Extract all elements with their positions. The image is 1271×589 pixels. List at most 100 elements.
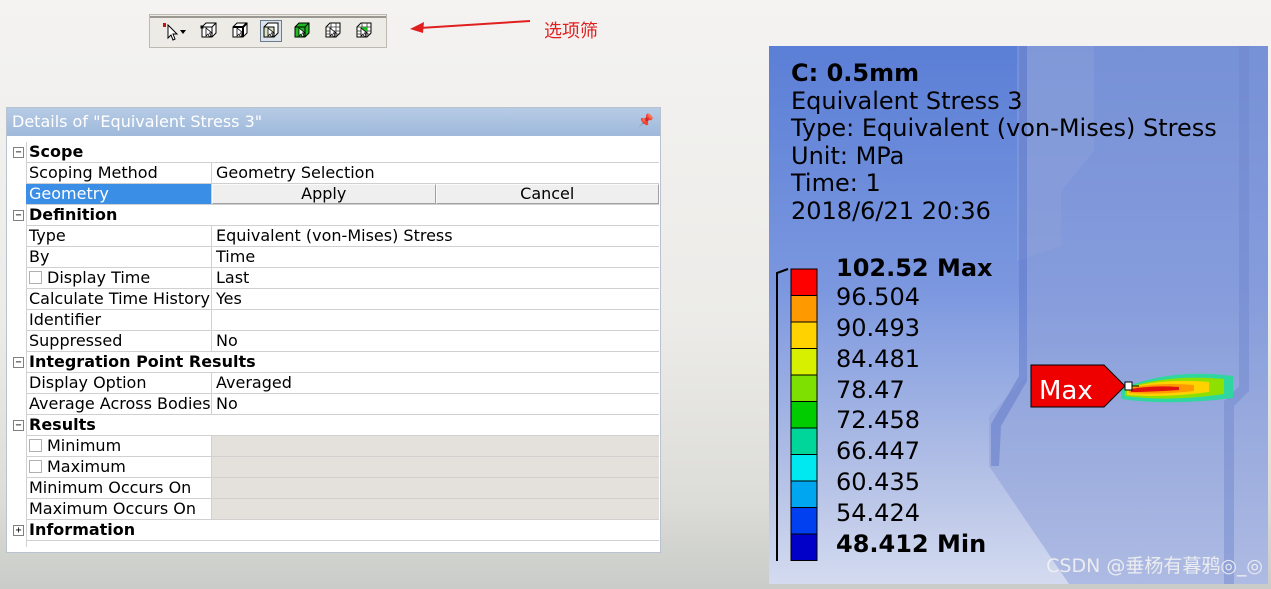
identifier-label: Identifier [26,310,212,331]
row-display-time[interactable]: Display Time Last [11,268,659,289]
maximum-occurs-on-value [212,499,659,520]
details-panel-title: Details of "Equivalent Stress 3" 📌 [7,108,660,136]
legend-swatch [790,507,818,535]
watermark: CSDN @垂杨有暮鸦◎_◎ [1046,555,1263,577]
select-node-icon[interactable] [322,20,344,42]
result-unit: Unit: MPa [791,141,905,170]
collapse-icon[interactable]: − [13,210,24,221]
calc-time-history-value[interactable]: Yes [212,289,659,310]
details-panel: Details of "Equivalent Stress 3" 📌 − Sco… [6,107,661,553]
row-calc-time-history[interactable]: Calculate Time History Yes [11,289,659,310]
by-value[interactable]: Time [212,247,659,268]
legend-swatch [790,295,818,323]
row-display-option[interactable]: Display Option Averaged [11,373,659,394]
row-scoping-method[interactable]: Scoping Method Geometry Selection [11,163,659,184]
result-time: Time: 1 [791,169,881,197]
legend-value: 96.504 [836,283,920,311]
select-edge-icon[interactable] [229,20,251,42]
result-type: Type: Equivalent (von-Mises) Stress [791,114,1217,142]
average-across-bodies-label: Average Across Bodies [26,394,212,415]
legend-value: 66.447 [836,437,920,465]
section-integration-label: Integration Point Results [26,352,659,373]
geometry-label[interactable]: Geometry [26,184,212,205]
row-type[interactable]: Type Equivalent (von-Mises) Stress [11,226,659,247]
row-identifier[interactable]: Identifier [11,310,659,331]
details-title-text: Details of "Equivalent Stress 3" [12,112,263,131]
section-information[interactable]: + Information [11,520,659,541]
display-time-checkbox[interactable] [29,271,42,284]
section-definition[interactable]: − Definition [11,205,659,226]
minimum-checkbox[interactable] [29,439,42,452]
section-results[interactable]: − Results [11,415,659,436]
legend-swatch [790,268,818,296]
legend-value: 54.424 [836,499,920,527]
display-time-label: Display Time [47,268,151,287]
cancel-button[interactable]: Cancel [435,184,659,204]
legend-value: 90.493 [836,314,920,342]
legend-swatch [790,533,818,561]
collapse-icon[interactable]: − [13,420,24,431]
row-geometry[interactable]: Geometry Apply Cancel [11,184,659,205]
expand-icon[interactable]: + [13,525,24,536]
scoping-method-label: Scoping Method [26,163,212,184]
identifier-value[interactable] [212,310,659,331]
selection-filter-toolbar [149,14,387,48]
legend-swatch [790,348,818,376]
row-maximum-occurs-on[interactable]: Maximum Occurs On [11,499,659,520]
row-minimum[interactable]: Minimum [11,436,659,457]
legend-max-label: 102.52 Max [836,254,993,282]
legend-swatch [790,321,818,349]
legend-value: 60.435 [836,468,920,496]
suppressed-value[interactable]: No [212,331,659,352]
section-scope[interactable]: − Scope [11,142,659,163]
legend-swatch [790,454,818,482]
legend-value: 72.458 [836,406,920,434]
collapse-icon[interactable]: − [13,147,24,158]
pointer-mode-dropdown[interactable] [158,20,192,42]
legend-swatch-min [790,560,818,561]
row-maximum[interactable]: Maximum [11,457,659,478]
row-average-across-bodies[interactable]: Average Across Bodies No [11,394,659,415]
row-minimum-occurs-on[interactable]: Minimum Occurs On [11,478,659,499]
section-definition-label: Definition [26,205,659,226]
row-by[interactable]: By Time [11,247,659,268]
legend-swatch [790,401,818,429]
max-probe-label: Max [1039,376,1093,406]
legend-swatch [790,480,818,508]
by-label: By [26,247,212,268]
details-grid: − Scope Scoping Method Geometry Selectio… [11,142,659,541]
minimum-value [212,436,659,457]
maximum-value [212,457,659,478]
calc-time-history-label: Calculate Time History [26,289,212,310]
minimum-occurs-on-value [212,478,659,499]
section-integration-point-results[interactable]: − Integration Point Results [11,352,659,373]
annotation-label: 选项筛 [544,21,598,42]
select-face-icon[interactable] [260,20,282,42]
type-value[interactable]: Equivalent (von-Mises) Stress [212,226,659,247]
minimum-label: Minimum [47,436,122,455]
result-title: Equivalent Stress 3 [791,86,1023,115]
pin-icon[interactable]: 📌 [638,108,654,136]
legend-value: 78.47 [836,376,905,404]
row-suppressed[interactable]: Suppressed No [11,331,659,352]
type-label: Type [26,226,212,247]
average-across-bodies-value[interactable]: No [212,394,659,415]
select-vertex-icon[interactable] [198,20,220,42]
display-option-label: Display Option [26,373,212,394]
select-body-icon[interactable] [291,20,313,42]
display-time-value[interactable]: Last [212,268,659,289]
legend-swatch [790,374,818,402]
maximum-occurs-on-label: Maximum Occurs On [26,499,212,520]
section-information-label: Information [26,520,659,541]
minimum-occurs-on-label: Minimum Occurs On [26,478,212,499]
maximum-checkbox[interactable] [29,460,42,473]
result-name: C: 0.5mm [791,59,920,87]
scoping-method-value[interactable]: Geometry Selection [212,163,659,184]
display-option-value[interactable]: Averaged [212,373,659,394]
apply-button[interactable]: Apply [212,184,436,204]
section-scope-label: Scope [26,142,659,163]
result-info: C: 0.5mm Equivalent Stress 3 Type: Equiv… [791,59,1217,225]
result-viewport[interactable]: Max C: 0.5mm Equivalent Stress 3 Type: E… [769,46,1268,584]
collapse-icon[interactable]: − [13,357,24,368]
select-element-icon[interactable] [353,20,375,42]
